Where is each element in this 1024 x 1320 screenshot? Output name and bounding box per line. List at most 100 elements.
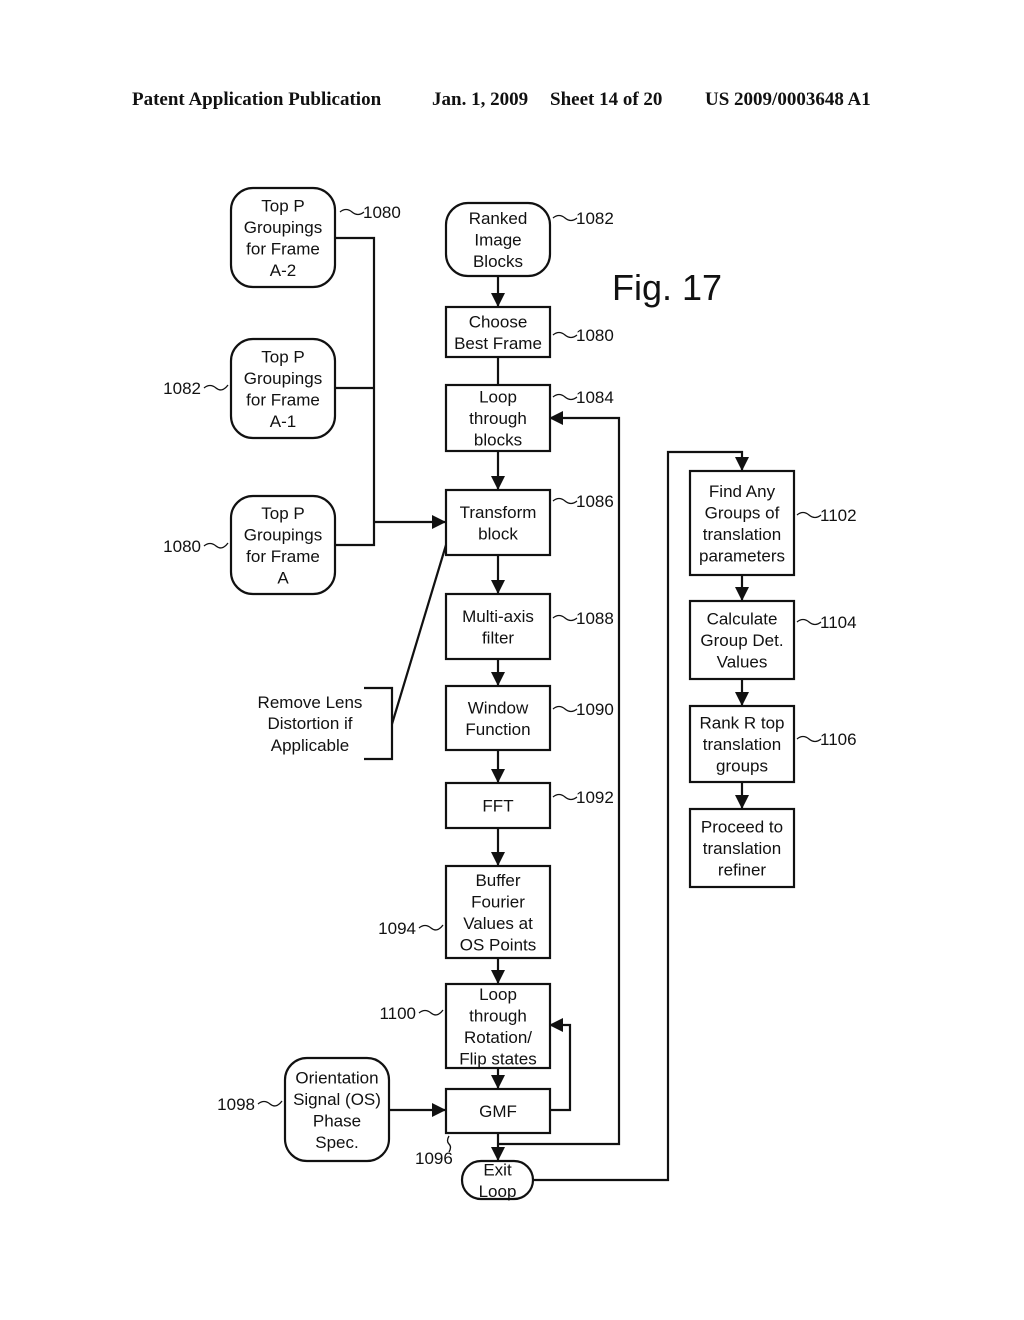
node-loop-rot: Loop through Rotation/Flip states 1100 — [379, 982, 552, 1070]
reference-numeral: 1080 — [363, 203, 401, 222]
reference-numeral: 1080 — [163, 537, 201, 556]
node-label-line: Rotation/ — [464, 1028, 532, 1047]
node-label-line: A — [277, 568, 289, 587]
node-label-line: Calculate — [707, 610, 778, 629]
node-label-line: blocks — [474, 431, 522, 450]
node-label-line: FFT — [482, 797, 513, 816]
annotation-remove-lens-distortion: Remove Lens Distortion if Applicable — [258, 693, 363, 755]
annotation-bracket — [364, 686, 394, 761]
node-ranked: Ranked Image Blocks 1082 — [444, 201, 614, 278]
reference-squiggle — [257, 1100, 283, 1107]
reference-squiggle — [796, 735, 822, 743]
node-label-line: Top P — [261, 196, 304, 215]
node-label-line: Top P — [261, 504, 304, 523]
node-label-line: Image — [474, 231, 521, 250]
node-label-line: Multi-axis — [462, 607, 534, 626]
node-label-line: filter — [482, 628, 514, 647]
reference-squiggle — [203, 384, 229, 391]
node-label-line: Signal (OS) — [293, 1090, 381, 1109]
node-label-line: Phase — [313, 1111, 361, 1130]
node-label-line: A-1 — [270, 412, 296, 431]
reference-numeral: 1096 — [415, 1149, 453, 1168]
node-label-line: Groups of — [705, 503, 780, 522]
node-label-line: for Frame — [246, 239, 320, 258]
node-label-line: through — [469, 1006, 527, 1025]
reference-numeral: 1092 — [576, 788, 614, 807]
reference-numeral: 1100 — [379, 1004, 416, 1023]
annotation-line: Distortion if — [267, 714, 352, 733]
connector-top-p-bus — [335, 236, 376, 547]
node-fft: FFT 1092 — [444, 781, 614, 830]
reference-squiggle — [418, 924, 444, 931]
node-find: Find Any Groups of translation parameters 11… — [688, 469, 857, 577]
reference-numeral: 1082 — [163, 379, 201, 398]
reference-numeral: 1090 — [576, 700, 614, 719]
node-label-line: Group Det. — [700, 631, 783, 650]
node-label-line: Groupings — [244, 218, 322, 237]
reference-squiggle — [552, 393, 578, 401]
reference-squiggle — [552, 614, 578, 622]
node-orient: Orientation Signal (OS) Phase Spec. 1098 — [217, 1056, 391, 1163]
node-label-line: Top P — [261, 347, 304, 366]
process-box — [444, 684, 552, 752]
node-calc: Calculate Group Det. Values 1104 — [688, 599, 857, 681]
reference-squiggle — [552, 497, 578, 505]
node-label-line: Choose — [469, 312, 528, 331]
reference-numeral: 1084 — [576, 388, 614, 407]
node-label-line: GMF — [479, 1102, 517, 1121]
node-label-line: Find Any — [709, 482, 776, 501]
reference-squiggle — [552, 331, 578, 339]
reference-squiggle — [203, 542, 229, 549]
reference-squiggle — [552, 705, 578, 713]
node-label-line: block — [478, 524, 518, 543]
node-label-line: A-2 — [270, 261, 296, 280]
reference-numeral: 1086 — [576, 492, 614, 511]
node-label-line: Rank R top — [699, 714, 784, 733]
node-label-line: Loop — [479, 388, 517, 407]
annotation-line: Remove Lens — [258, 693, 363, 712]
annotation-leader — [390, 544, 448, 725]
node-exit: Exit Loop — [460, 1159, 535, 1201]
reference-squiggle — [418, 1009, 444, 1016]
node-choose: Choose Best Frame 1080 — [444, 305, 614, 359]
node-label-line: Best Frame — [454, 334, 542, 353]
node-proceed: Proceed to translation refiner — [688, 807, 796, 889]
node-label-line: Transform — [460, 503, 537, 522]
node-rank: Rank R top translation groups 1106 — [688, 704, 857, 784]
flowchart: Fig. 17 Top PGroupingsfor FrameA-21080To… — [163, 186, 857, 1201]
connector-gmf-loopback — [549, 1018, 572, 1112]
node-label-line: Flip states — [459, 1049, 536, 1068]
reference-squiggle — [552, 214, 578, 222]
reference-numeral: 1104 — [820, 613, 857, 632]
reference-squiggle — [339, 208, 365, 216]
node-label-line: Fourier — [471, 892, 525, 911]
node-label-line: Loop — [479, 1182, 517, 1201]
reference-numeral: 1098 — [217, 1095, 255, 1114]
node-label-line: Window — [468, 698, 529, 717]
node-transform: Transform block 1086 — [444, 488, 614, 557]
node-label-line: OS Points — [460, 935, 537, 954]
node-label-line: translation — [703, 525, 781, 544]
reference-squiggle — [552, 793, 578, 801]
node-label-line: Loop — [479, 985, 517, 1004]
node-label-line: refiner — [718, 861, 767, 880]
node-label-line: Values — [717, 653, 768, 672]
reference-numeral: 1102 — [820, 506, 857, 525]
node-top-p-a2: Top P Groupings for Frame A-2 1080 — [229, 186, 401, 289]
node-top-p-a1: Top P Groupings for Frame A-1 1082 — [163, 337, 337, 440]
node-top-p-a: Top P Groupings for Frame A 1080 — [163, 494, 337, 596]
node-label-line: Ranked — [469, 209, 528, 228]
node-label-line: Buffer — [475, 871, 520, 890]
node-label-line: Values at — [463, 914, 533, 933]
reference-numeral: 1088 — [576, 609, 614, 628]
reference-numeral: 1094 — [378, 919, 416, 938]
node-label-line: groups — [716, 757, 768, 776]
node-label-line: Spec. — [315, 1133, 358, 1152]
node-label-line: Blocks — [473, 252, 523, 271]
reference-numeral: 1080 — [576, 326, 614, 345]
reference-numeral: 1082 — [576, 209, 614, 228]
reference-squiggle — [796, 511, 822, 519]
annotation-line: Applicable — [271, 736, 349, 755]
node-label-line: Groupings — [244, 369, 322, 388]
node-label-line: Proceed to — [701, 818, 783, 837]
